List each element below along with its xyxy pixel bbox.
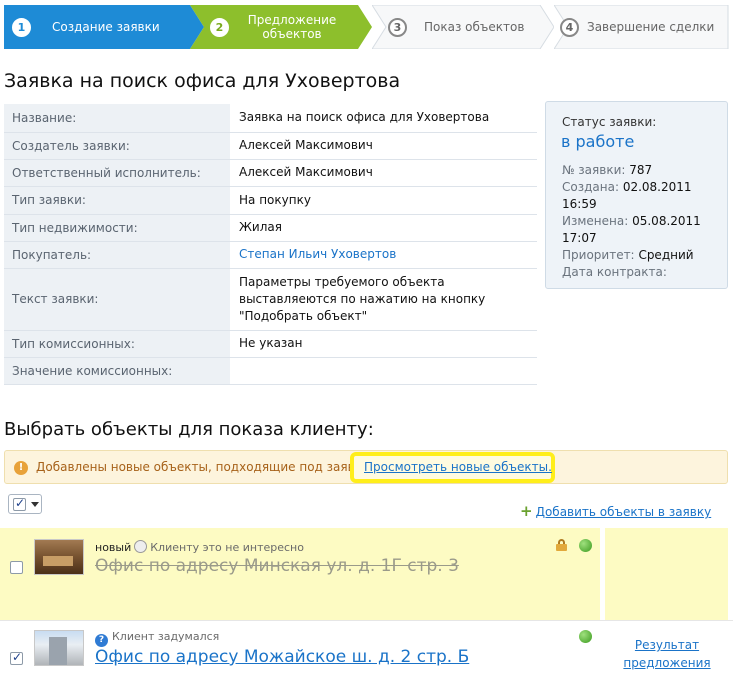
step-offer-objects[interactable]: 2 Предложение объектов <box>190 5 372 49</box>
object-thumbnail[interactable] <box>34 630 84 666</box>
changed-time: 17:07 <box>562 231 597 245</box>
progress-steps: 1 Создание заявки 2 Предложение объектов… <box>4 5 729 49</box>
step-label: Показ объектов <box>424 20 525 34</box>
step-number: 3 <box>388 18 407 37</box>
detail-row: Создатель заявки: Алексей Максимович <box>4 132 537 160</box>
detail-value: Степан Ильич Уховертов <box>230 241 537 269</box>
add-objects-button[interactable]: + Добавить объекты в заявку <box>520 502 711 520</box>
detail-value: Заявка на поиск офиса для Уховертова <box>230 104 537 133</box>
created-label: Создана: <box>562 180 619 194</box>
detail-key: Покупатель: <box>4 241 230 269</box>
notice-message: Добавлены новые объекты, подходящие под … <box>36 460 373 474</box>
object-checkbox[interactable] <box>10 561 23 574</box>
object-row-side <box>605 528 728 620</box>
detail-value: На покупку <box>230 186 537 215</box>
detail-key: Тип комиссионных: <box>4 330 230 358</box>
detail-key: Текст заявки: <box>4 268 230 331</box>
neutral-face-icon <box>134 540 148 553</box>
detail-key: Тип недвижимости: <box>4 214 230 242</box>
status-title: Статус заявки: <box>562 115 657 129</box>
status-panel: Статус заявки: в работе № заявки: 787 Со… <box>545 101 728 289</box>
step-label: Предложение объектов <box>247 13 337 41</box>
chevron-down-icon <box>31 502 39 507</box>
detail-value <box>230 357 537 385</box>
object-checkbox[interactable] <box>10 650 23 665</box>
contract-date-label: Дата контракта: <box>562 265 667 279</box>
detail-row: Название: Заявка на поиск офиса для Ухове… <box>4 104 537 133</box>
request-number-label: № заявки: <box>562 163 626 177</box>
step-number: 1 <box>12 18 31 37</box>
object-title-link[interactable]: Офис по адресу Минская ул. д. 1Г стр. 3 <box>95 556 459 576</box>
status-meta: № заявки: 787 Создана: 02.08.2011 16:59 … <box>562 162 722 281</box>
step-number: 4 <box>560 18 579 37</box>
detail-key: Значение комиссионных: <box>4 357 230 385</box>
status-dot-icon <box>579 539 592 552</box>
detail-value: Не указан <box>230 330 537 358</box>
plus-icon: + <box>520 502 533 520</box>
detail-row: Значение комиссионных: <box>4 357 537 385</box>
detail-value: Жилая <box>230 214 537 242</box>
lock-icon[interactable] <box>556 539 567 551</box>
detail-key: Тип заявки: <box>4 186 230 215</box>
detail-key: Название: <box>4 104 230 133</box>
detail-row: Тип недвижимости: Жилая <box>4 214 537 242</box>
detail-key: Создатель заявки: <box>4 132 230 160</box>
client-reaction: Клиент задумался <box>112 630 220 643</box>
object-tags: новый Клиенту это не интересно <box>95 540 304 554</box>
detail-row: Покупатель: Степан Ильич Уховертов <box>4 241 537 269</box>
object-thumbnail[interactable] <box>34 539 84 575</box>
priority-label: Приоритет: <box>562 248 635 262</box>
step-show-objects[interactable]: 3 Показ объектов <box>372 5 554 49</box>
status-dot-icon <box>579 630 592 643</box>
changed-date: 05.08.2011 <box>632 214 701 228</box>
step-label: Создание заявки <box>52 20 160 34</box>
detail-row: Тип заявки: На покупку <box>4 186 537 215</box>
section-title: Выбрать объекты для показа клиенту: <box>4 419 374 440</box>
detail-row: Ответственный исполнитель: Алексей Максим… <box>4 159 537 187</box>
detail-value: Алексей Максимович <box>230 132 537 160</box>
checkbox-icon[interactable] <box>13 496 26 511</box>
select-all-dropdown[interactable] <box>8 494 42 514</box>
step-create-request[interactable]: 1 Создание заявки <box>4 5 204 49</box>
client-reaction: Клиенту это не интересно <box>150 541 304 554</box>
created-time: 16:59 <box>562 197 597 211</box>
page-title: Заявка на поиск офиса для Уховертова <box>4 70 401 92</box>
question-icon: ? <box>95 634 108 647</box>
step-finish-deal[interactable]: 4 Завершение сделки <box>554 5 729 49</box>
detail-key: Ответственный исполнитель: <box>4 159 230 187</box>
warning-icon: ! <box>14 461 28 475</box>
add-objects-label: Добавить объекты в заявку <box>535 505 712 519</box>
offer-result-link[interactable]: Результат предложения <box>612 636 722 672</box>
buyer-link[interactable]: Степан Ильич Уховертов <box>239 247 396 261</box>
detail-value: Алексей Максимович <box>230 159 537 187</box>
detail-row: Текст заявки: Параметры требуемого объект… <box>4 268 537 331</box>
request-details-table: Название: Заявка на поиск офиса для Ухове… <box>4 104 537 385</box>
divider <box>0 620 733 621</box>
step-number: 2 <box>210 18 229 37</box>
changed-label: Изменена: <box>562 214 629 228</box>
created-date: 02.08.2011 <box>622 180 692 194</box>
step-label: Завершение сделки <box>587 20 715 34</box>
object-tags: ? Клиент задумался <box>95 630 219 647</box>
view-new-objects-link[interactable]: Просмотреть новые объекты. <box>364 460 552 474</box>
detail-value: Параметры требуемого объекта выставляеют… <box>230 268 537 331</box>
status-value: в работе <box>561 132 635 151</box>
detail-row: Тип комиссионных: Не указан <box>4 330 537 358</box>
object-title-link[interactable]: Офис по адресу Можайское ш. д. 2 стр. Б <box>95 647 469 667</box>
request-number: 787 <box>629 163 653 177</box>
priority-value: Средний <box>638 248 694 262</box>
new-badge: новый <box>95 541 132 554</box>
new-objects-notice: ! Добавлены новые объекты, подходящие по… <box>4 450 728 484</box>
